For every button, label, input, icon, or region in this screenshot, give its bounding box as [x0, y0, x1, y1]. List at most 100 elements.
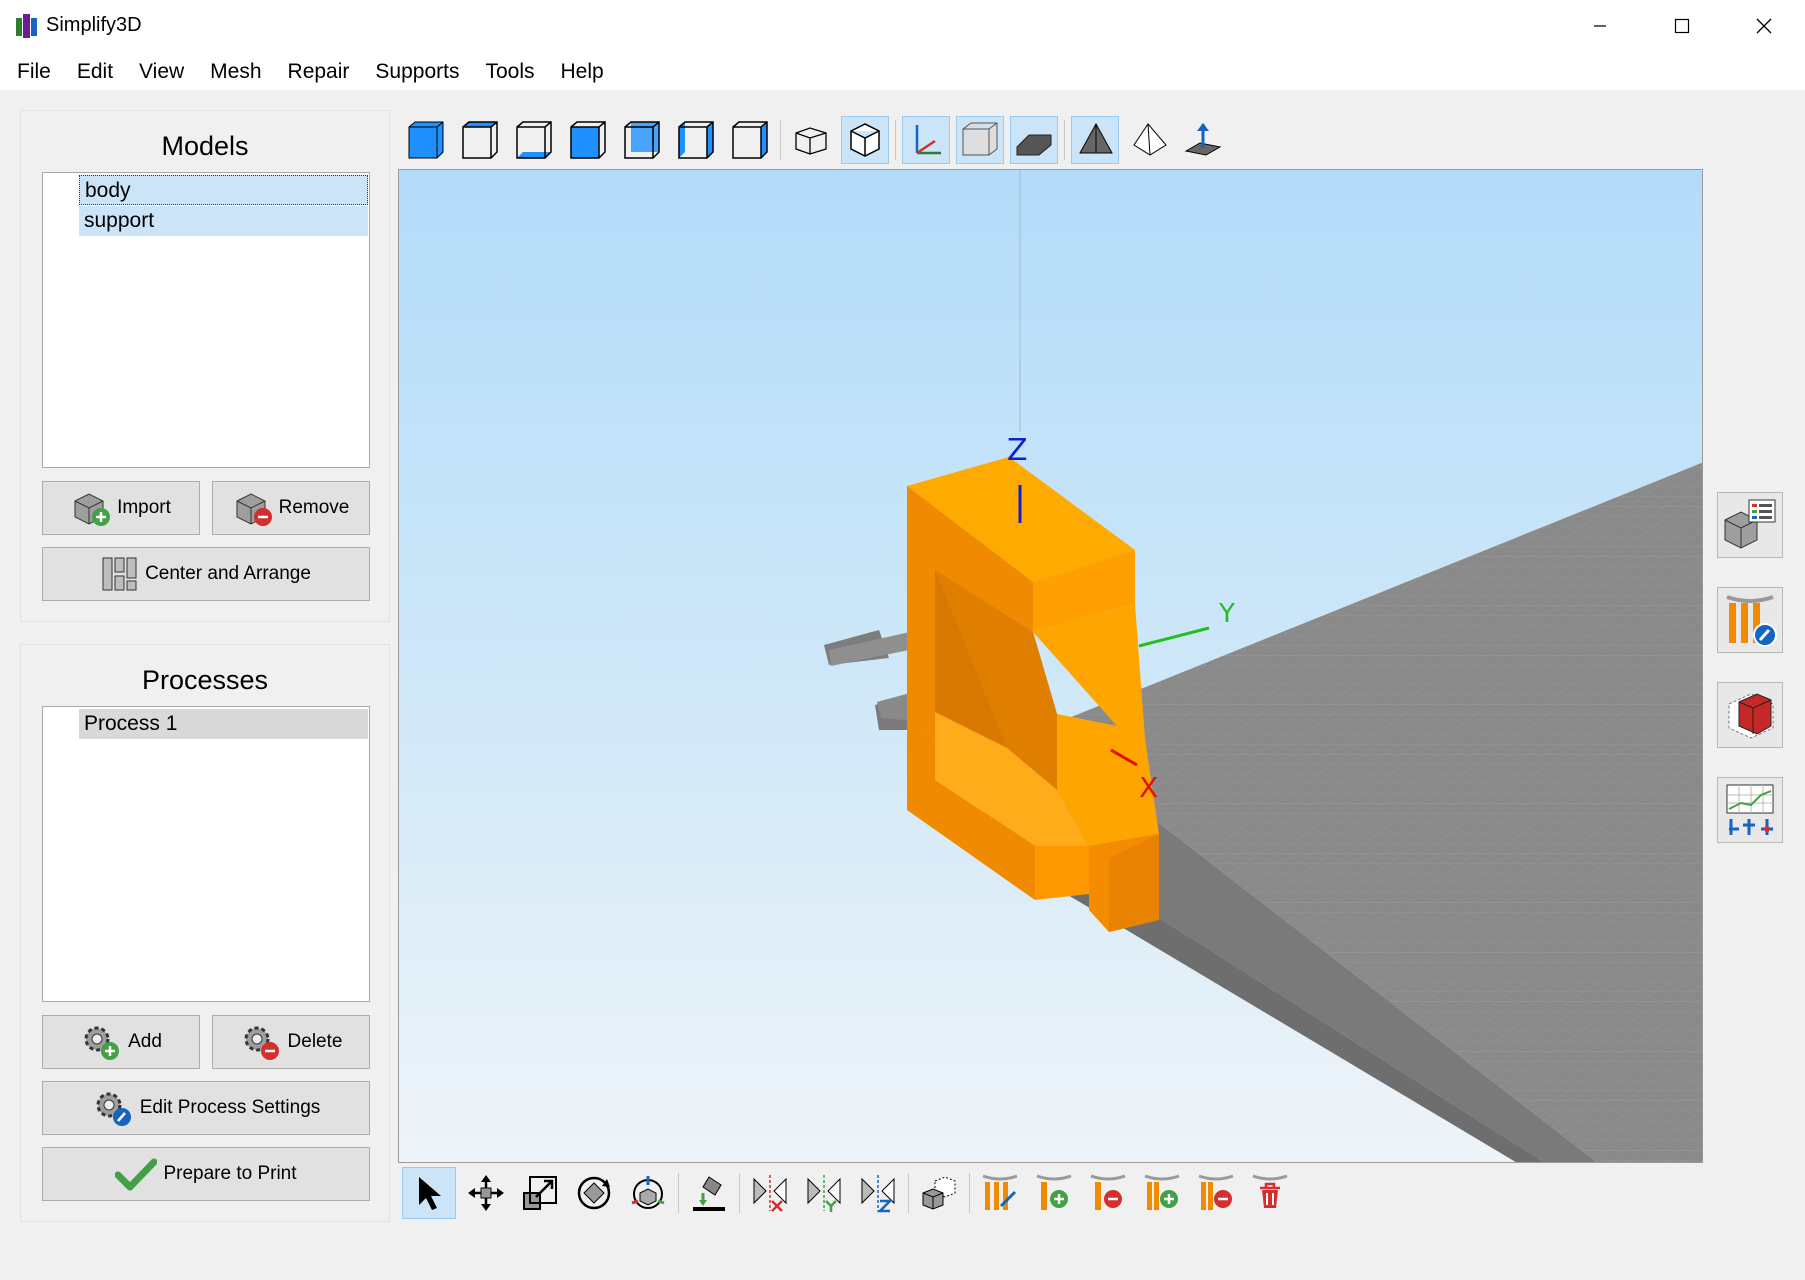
- bed-button[interactable]: [1010, 116, 1058, 164]
- axes-button[interactable]: [902, 116, 950, 164]
- view-back-button[interactable]: [618, 116, 666, 164]
- build-volume-icon: [962, 122, 998, 156]
- view-top-button[interactable]: [456, 116, 504, 164]
- shaded-icon: [1079, 122, 1113, 154]
- support-generate-tool[interactable]: [976, 1169, 1024, 1217]
- toolbar-separator: [908, 1173, 909, 1213]
- scale-icon: [523, 1176, 557, 1210]
- body-model: [907, 457, 1159, 932]
- orthographic-button[interactable]: [841, 116, 889, 164]
- model-properties-button[interactable]: [1717, 492, 1783, 558]
- list-item[interactable]: body: [79, 175, 368, 205]
- normals-button[interactable]: [1179, 116, 1227, 164]
- copy-model-tool[interactable]: [915, 1169, 963, 1217]
- add-process-button[interactable]: Add: [42, 1015, 200, 1069]
- rotate-3d-tool[interactable]: [624, 1169, 672, 1217]
- menu-edit[interactable]: Edit: [64, 52, 126, 90]
- rotate-tool[interactable]: [570, 1169, 618, 1217]
- menu-supports[interactable]: Supports: [362, 52, 472, 90]
- list-item[interactable]: Process 1: [79, 709, 368, 739]
- support-add-tool[interactable]: [1030, 1169, 1078, 1217]
- shaded-button[interactable]: [1071, 116, 1119, 164]
- toolbar-separator: [678, 1173, 679, 1213]
- view-left-icon: [678, 121, 714, 159]
- 3d-viewport[interactable]: Z Y X: [398, 169, 1703, 1163]
- remove-model-icon: [236, 493, 272, 526]
- window-title: Simplify3D: [46, 14, 142, 36]
- center-and-arrange-button[interactable]: Center and Arrange: [42, 547, 370, 601]
- move-tool[interactable]: [462, 1169, 510, 1217]
- cross-section-button[interactable]: [1717, 682, 1783, 748]
- arrange-label: Center and Arrange: [145, 563, 311, 584]
- wireframe-icon: [1133, 123, 1167, 156]
- remove-label: Remove: [278, 497, 350, 518]
- place-on-bed-tool[interactable]: [685, 1169, 733, 1217]
- support-remove-row-tool[interactable]: [1192, 1169, 1240, 1217]
- edit-process-settings-button[interactable]: Edit Process Settings: [42, 1081, 370, 1135]
- menu-file[interactable]: File: [4, 52, 64, 90]
- view-top-icon: [462, 121, 498, 159]
- edit-toolbar: [402, 1167, 1294, 1219]
- menu-view[interactable]: View: [126, 52, 197, 90]
- add-process-icon: [84, 1026, 120, 1060]
- copy-model-icon: [922, 1176, 956, 1210]
- support-remove-row-icon: [1198, 1174, 1234, 1210]
- perspective-button[interactable]: [787, 116, 835, 164]
- customize-supports-icon: [1726, 595, 1777, 647]
- remove-button[interactable]: Remove: [212, 481, 370, 535]
- mirror-y-tool[interactable]: [800, 1169, 848, 1217]
- view-right-button[interactable]: [726, 116, 774, 164]
- arrange-icon: [102, 557, 137, 591]
- toolbar-separator: [969, 1173, 970, 1213]
- mirror-y-icon: [807, 1175, 841, 1212]
- support-remove-tool[interactable]: [1084, 1169, 1132, 1217]
- axis-x-label: X: [1139, 771, 1158, 804]
- list-item[interactable]: support: [79, 206, 368, 236]
- toolbar-separator: [1064, 120, 1065, 160]
- edit-label: Edit Process Settings: [139, 1097, 321, 1118]
- support-delete-icon: [1252, 1174, 1288, 1208]
- support-delete-tool[interactable]: [1246, 1169, 1294, 1217]
- maximize-button[interactable]: [1643, 0, 1721, 52]
- variable-settings-button[interactable]: [1717, 777, 1783, 843]
- place-on-bed-icon: [693, 1176, 725, 1211]
- wireframe-button[interactable]: [1125, 116, 1173, 164]
- view-left-button[interactable]: [672, 116, 720, 164]
- scale-tool[interactable]: [516, 1169, 564, 1217]
- minimize-button[interactable]: [1561, 0, 1639, 52]
- models-list[interactable]: body support: [42, 172, 370, 468]
- close-button[interactable]: [1725, 0, 1803, 52]
- perspective-icon: [795, 127, 827, 155]
- model-properties-icon: [1724, 499, 1776, 549]
- import-button[interactable]: Import: [42, 481, 200, 535]
- support-add-row-tool[interactable]: [1138, 1169, 1186, 1217]
- delete-process-button[interactable]: Delete: [212, 1015, 370, 1069]
- menu-mesh[interactable]: Mesh: [197, 52, 274, 90]
- prepare-to-print-button[interactable]: Prepare to Print: [42, 1147, 370, 1201]
- support-remove-icon: [1090, 1174, 1126, 1210]
- mirror-x-tool[interactable]: [746, 1169, 794, 1217]
- processes-title: Processes: [141, 665, 269, 695]
- models-panel: Models body support Import Remove Center…: [20, 110, 390, 622]
- edit-settings-icon: [96, 1092, 131, 1126]
- view-iso-icon: [408, 121, 444, 159]
- menu-tools[interactable]: Tools: [472, 52, 547, 90]
- menu-repair[interactable]: Repair: [275, 52, 363, 90]
- build-volume-button[interactable]: [956, 116, 1004, 164]
- customize-supports-button[interactable]: [1717, 587, 1783, 653]
- delete-label: Delete: [287, 1031, 343, 1052]
- menu-help[interactable]: Help: [548, 52, 617, 90]
- mirror-x-icon: [753, 1175, 787, 1212]
- title-bar: Simplify3D: [0, 0, 1805, 52]
- support-add-icon: [1036, 1174, 1072, 1210]
- select-tool[interactable]: [402, 1167, 456, 1219]
- view-iso-button[interactable]: [402, 116, 450, 164]
- view-right-icon: [732, 121, 768, 159]
- close-icon: [1756, 18, 1772, 34]
- delete-process-icon: [244, 1026, 279, 1060]
- mirror-z-tool[interactable]: [854, 1169, 902, 1217]
- normals-icon: [1184, 123, 1222, 156]
- processes-list[interactable]: Process 1: [42, 706, 370, 1002]
- view-bottom-button[interactable]: [510, 116, 558, 164]
- view-front-button[interactable]: [564, 116, 612, 164]
